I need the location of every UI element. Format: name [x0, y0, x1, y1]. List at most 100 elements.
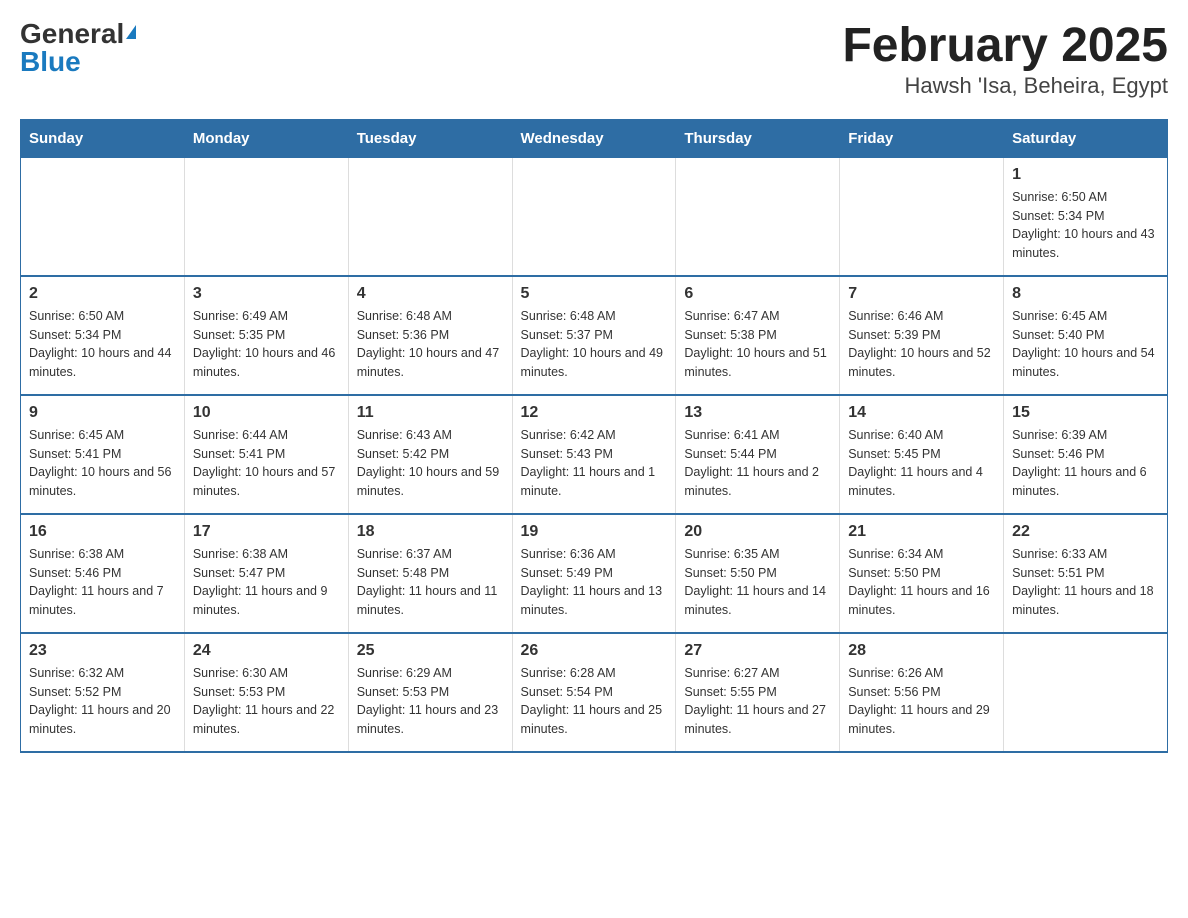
day-number: 11 [357, 404, 504, 422]
header-friday: Friday [840, 119, 1004, 157]
calendar-week-4: 16 Sunrise: 6:38 AMSunset: 5:46 PMDayligh… [21, 514, 1168, 633]
calendar-cell: 25Sunrise: 6:29 AMSunset: 5:53 PMDayligh… [348, 633, 512, 752]
day-info: Sunrise: 6:47 AMSunset: 5:38 PMDaylight:… [684, 307, 831, 382]
calendar-cell: 21 Sunrise: 6:34 AMSunset: 5:50 PMDayligh… [840, 514, 1004, 633]
calendar-cell: 26Sunrise: 6:28 AMSunset: 5:54 PMDayligh… [512, 633, 676, 752]
day-info: Sunrise: 6:35 AMSunset: 5:50 PMDaylight:… [684, 545, 831, 620]
day-info: Sunrise: 6:30 AMSunset: 5:53 PMDaylight:… [193, 664, 340, 739]
day-number: 2 [29, 285, 176, 303]
day-number: 27 [684, 642, 831, 660]
calendar-cell: 22Sunrise: 6:33 AMSunset: 5:51 PMDayligh… [1004, 514, 1168, 633]
calendar-cell: 6 Sunrise: 6:47 AMSunset: 5:38 PMDaylight… [676, 276, 840, 395]
day-number: 8 [1012, 285, 1159, 303]
calendar-cell [676, 157, 840, 276]
calendar-cell [1004, 633, 1168, 752]
calendar-cell: 10 Sunrise: 6:44 AMSunset: 5:41 PMDayligh… [184, 395, 348, 514]
day-info: Sunrise: 6:40 AMSunset: 5:45 PMDaylight:… [848, 426, 995, 501]
day-number: 19 [521, 523, 668, 541]
day-info: Sunrise: 6:48 AMSunset: 5:36 PMDaylight:… [357, 307, 504, 382]
logo-triangle-icon [126, 25, 136, 39]
day-info: Sunrise: 6:36 AMSunset: 5:49 PMDaylight:… [521, 545, 668, 620]
calendar-cell: 27 Sunrise: 6:27 AMSunset: 5:55 PMDayligh… [676, 633, 840, 752]
calendar-cell: 2 Sunrise: 6:50 AMSunset: 5:34 PMDaylight… [21, 276, 185, 395]
day-info: Sunrise: 6:42 AMSunset: 5:43 PMDaylight:… [521, 426, 668, 501]
day-info: Sunrise: 6:34 AMSunset: 5:50 PMDaylight:… [848, 545, 995, 620]
calendar-cell: 9 Sunrise: 6:45 AMSunset: 5:41 PMDaylight… [21, 395, 185, 514]
calendar-cell: 19 Sunrise: 6:36 AMSunset: 5:49 PMDayligh… [512, 514, 676, 633]
calendar-cell: 28 Sunrise: 6:26 AMSunset: 5:56 PMDayligh… [840, 633, 1004, 752]
day-number: 10 [193, 404, 340, 422]
header-thursday: Thursday [676, 119, 840, 157]
calendar-cell [21, 157, 185, 276]
calendar-cell: 3 Sunrise: 6:49 AMSunset: 5:35 PMDaylight… [184, 276, 348, 395]
calendar-cell: 14 Sunrise: 6:40 AMSunset: 5:45 PMDayligh… [840, 395, 1004, 514]
day-number: 22 [1012, 523, 1159, 541]
day-number: 9 [29, 404, 176, 422]
logo: General Blue [20, 20, 136, 76]
day-number: 15 [1012, 404, 1159, 422]
day-number: 4 [357, 285, 504, 303]
calendar-cell: 1 Sunrise: 6:50 AMSunset: 5:34 PMDaylight… [1004, 157, 1168, 276]
calendar-cell: 23Sunrise: 6:32 AMSunset: 5:52 PMDayligh… [21, 633, 185, 752]
calendar-cell: 4 Sunrise: 6:48 AMSunset: 5:36 PMDaylight… [348, 276, 512, 395]
calendar-cell: 20Sunrise: 6:35 AMSunset: 5:50 PMDayligh… [676, 514, 840, 633]
calendar-cell: 15 Sunrise: 6:39 AMSunset: 5:46 PMDayligh… [1004, 395, 1168, 514]
header-tuesday: Tuesday [348, 119, 512, 157]
day-number: 21 [848, 523, 995, 541]
day-number: 25 [357, 642, 504, 660]
logo-blue-text: Blue [20, 48, 81, 76]
calendar-header: Sunday Monday Tuesday Wednesday Thursday… [21, 119, 1168, 157]
calendar-table: Sunday Monday Tuesday Wednesday Thursday… [20, 119, 1168, 753]
day-number: 14 [848, 404, 995, 422]
day-info: Sunrise: 6:39 AMSunset: 5:46 PMDaylight:… [1012, 426, 1159, 501]
calendar-cell [348, 157, 512, 276]
calendar-week-3: 9 Sunrise: 6:45 AMSunset: 5:41 PMDaylight… [21, 395, 1168, 514]
day-number: 6 [684, 285, 831, 303]
day-info: Sunrise: 6:38 AMSunset: 5:46 PMDaylight:… [29, 545, 176, 620]
calendar-cell [512, 157, 676, 276]
header-wednesday: Wednesday [512, 119, 676, 157]
day-number: 24 [193, 642, 340, 660]
day-info: Sunrise: 6:49 AMSunset: 5:35 PMDaylight:… [193, 307, 340, 382]
day-info: Sunrise: 6:50 AMSunset: 5:34 PMDaylight:… [1012, 188, 1159, 263]
day-info: Sunrise: 6:37 AMSunset: 5:48 PMDaylight:… [357, 545, 504, 620]
day-info: Sunrise: 6:32 AMSunset: 5:52 PMDaylight:… [29, 664, 176, 739]
day-info: Sunrise: 6:50 AMSunset: 5:34 PMDaylight:… [29, 307, 176, 382]
day-number: 3 [193, 285, 340, 303]
day-info: Sunrise: 6:27 AMSunset: 5:55 PMDaylight:… [684, 664, 831, 739]
day-info: Sunrise: 6:45 AMSunset: 5:41 PMDaylight:… [29, 426, 176, 501]
day-info: Sunrise: 6:46 AMSunset: 5:39 PMDaylight:… [848, 307, 995, 382]
header-sunday: Sunday [21, 119, 185, 157]
calendar-week-5: 23Sunrise: 6:32 AMSunset: 5:52 PMDayligh… [21, 633, 1168, 752]
calendar-body: 1 Sunrise: 6:50 AMSunset: 5:34 PMDaylight… [21, 157, 1168, 752]
logo-general-text: General [20, 20, 124, 48]
calendar-cell: 17Sunrise: 6:38 AMSunset: 5:47 PMDayligh… [184, 514, 348, 633]
day-number: 26 [521, 642, 668, 660]
day-number: 28 [848, 642, 995, 660]
calendar-cell [840, 157, 1004, 276]
day-number: 16 [29, 523, 176, 541]
day-number: 7 [848, 285, 995, 303]
day-info: Sunrise: 6:38 AMSunset: 5:47 PMDaylight:… [193, 545, 340, 620]
calendar-cell: 5Sunrise: 6:48 AMSunset: 5:37 PMDaylight… [512, 276, 676, 395]
page-header: General Blue February 2025 Hawsh 'Isa, B… [20, 20, 1168, 99]
calendar-cell: 13Sunrise: 6:41 AMSunset: 5:44 PMDayligh… [676, 395, 840, 514]
calendar-cell [184, 157, 348, 276]
page-title: February 2025 [842, 20, 1168, 73]
day-info: Sunrise: 6:26 AMSunset: 5:56 PMDaylight:… [848, 664, 995, 739]
title-area: February 2025 Hawsh 'Isa, Beheira, Egypt [842, 20, 1168, 99]
day-number: 13 [684, 404, 831, 422]
calendar-week-1: 1 Sunrise: 6:50 AMSunset: 5:34 PMDaylight… [21, 157, 1168, 276]
calendar-cell: 16 Sunrise: 6:38 AMSunset: 5:46 PMDayligh… [21, 514, 185, 633]
header-monday: Monday [184, 119, 348, 157]
day-number: 5 [521, 285, 668, 303]
calendar-week-2: 2 Sunrise: 6:50 AMSunset: 5:34 PMDaylight… [21, 276, 1168, 395]
day-number: 18 [357, 523, 504, 541]
day-info: Sunrise: 6:43 AMSunset: 5:42 PMDaylight:… [357, 426, 504, 501]
page-subtitle: Hawsh 'Isa, Beheira, Egypt [842, 73, 1168, 99]
calendar-cell: 8Sunrise: 6:45 AMSunset: 5:40 PMDaylight… [1004, 276, 1168, 395]
calendar-cell: 18 Sunrise: 6:37 AMSunset: 5:48 PMDayligh… [348, 514, 512, 633]
day-number: 1 [1012, 166, 1159, 184]
day-header-row: Sunday Monday Tuesday Wednesday Thursday… [21, 119, 1168, 157]
day-info: Sunrise: 6:44 AMSunset: 5:41 PMDaylight:… [193, 426, 340, 501]
